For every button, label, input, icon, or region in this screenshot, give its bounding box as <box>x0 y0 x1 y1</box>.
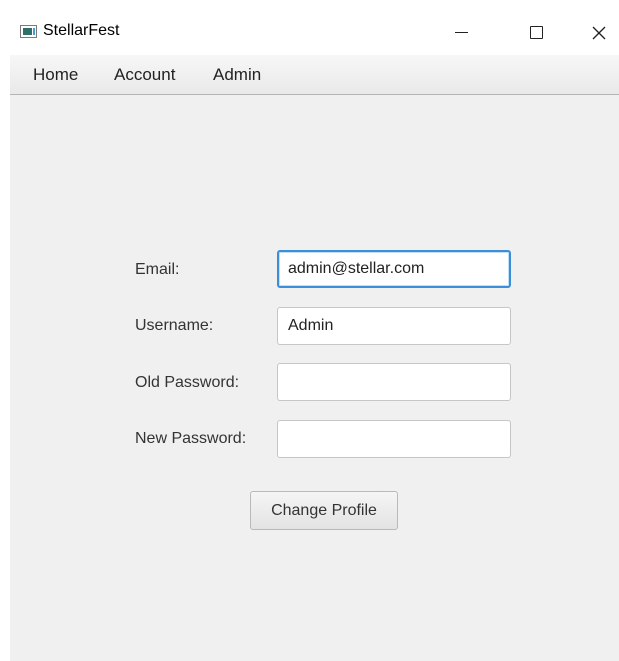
old-password-field[interactable] <box>277 363 511 401</box>
email-field[interactable] <box>277 250 511 288</box>
app-window: StellarFest Home Account Admin Email: Us… <box>10 10 619 661</box>
maximize-icon <box>529 26 543 39</box>
close-button[interactable] <box>576 10 619 55</box>
username-field[interactable] <box>277 307 511 345</box>
new-password-label: New Password: <box>135 430 247 447</box>
username-label: Username: <box>135 317 214 334</box>
old-password-label: Old Password: <box>135 374 240 391</box>
app-window-icon <box>20 25 37 38</box>
new-password-field[interactable] <box>277 420 511 458</box>
menu-bar: Home Account Admin <box>10 55 619 95</box>
email-label: Email: <box>135 261 180 278</box>
menu-item-admin[interactable]: Admin <box>213 65 261 85</box>
change-profile-button[interactable]: Change Profile <box>250 491 398 530</box>
title-bar: StellarFest <box>10 10 619 55</box>
maximize-button[interactable] <box>513 10 559 55</box>
close-icon <box>592 26 606 39</box>
minimize-icon <box>454 32 468 33</box>
menu-item-account[interactable]: Account <box>114 65 175 85</box>
window-title: StellarFest <box>43 22 120 39</box>
minimize-button[interactable] <box>438 10 484 55</box>
menu-item-home[interactable]: Home <box>33 65 78 85</box>
